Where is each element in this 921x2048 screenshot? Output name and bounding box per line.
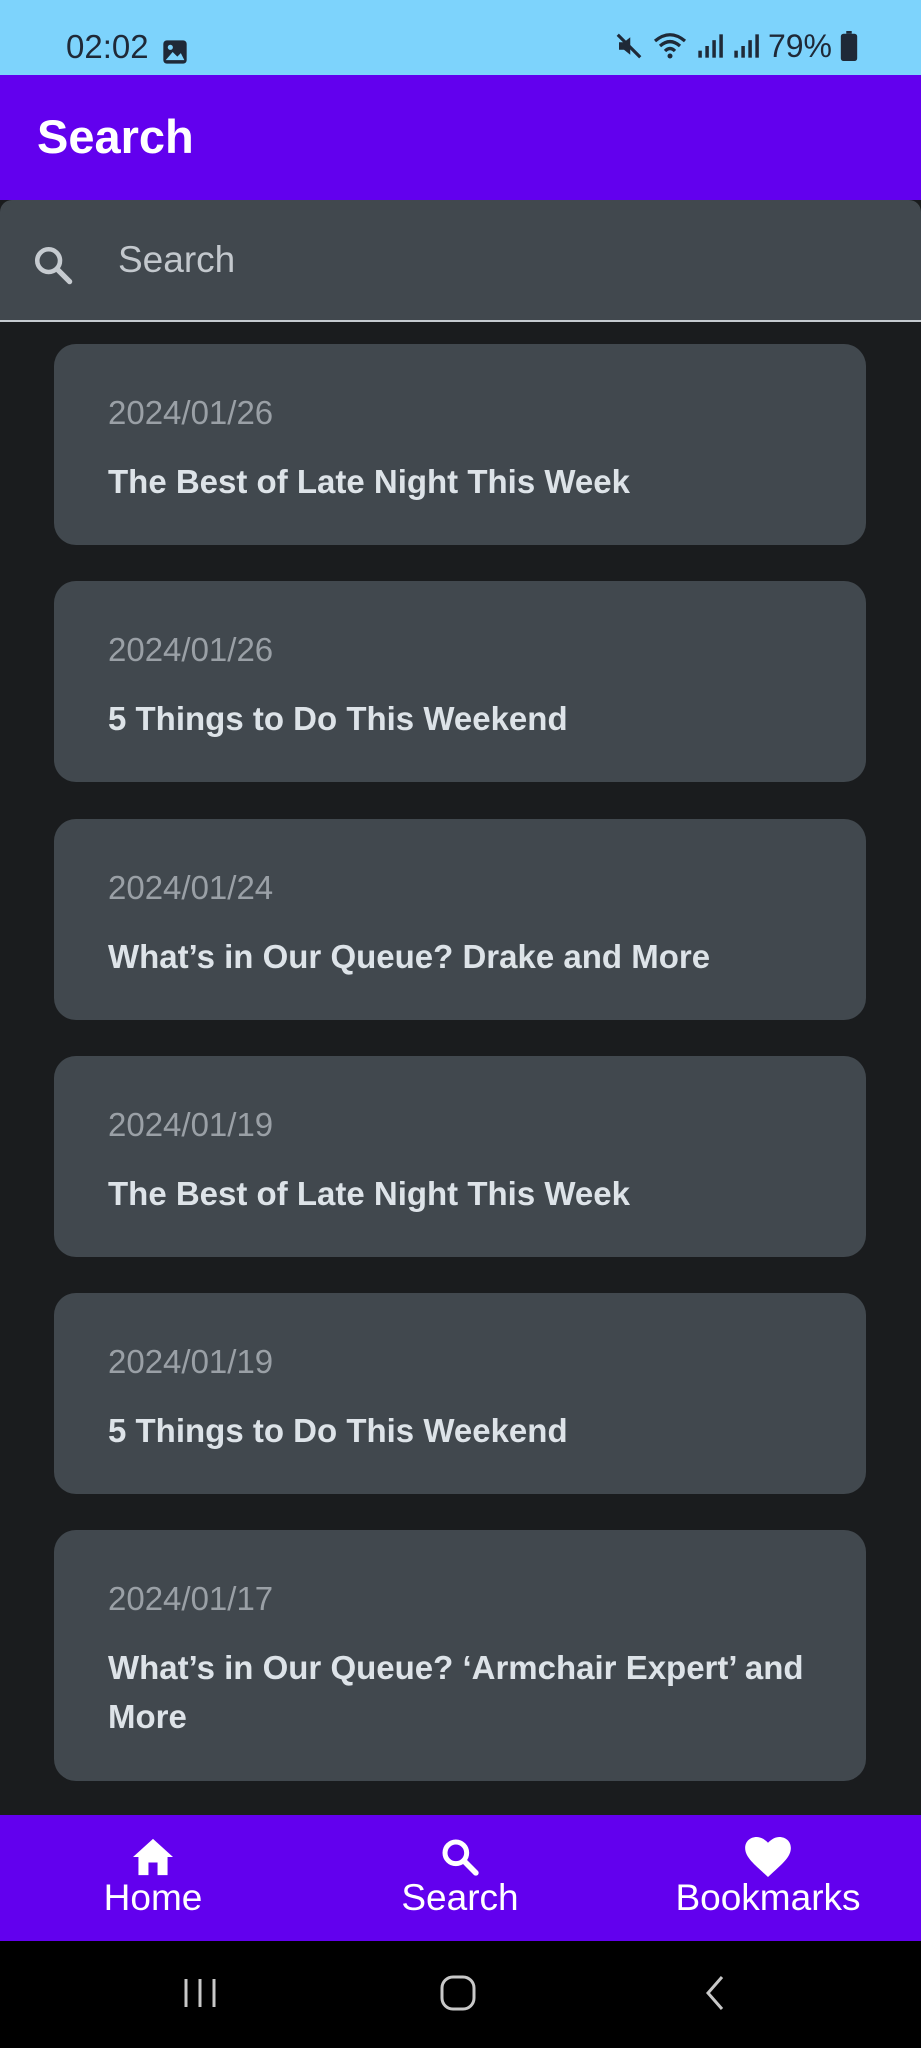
list-item[interactable]: 2024/01/24 What’s in Our Queue? Drake an…	[54, 819, 866, 1020]
app-bar: Search	[0, 75, 921, 200]
item-title: 5 Things to Do This Weekend	[108, 700, 568, 737]
item-date: 2024/01/19	[108, 1106, 274, 1143]
signal-icon	[698, 34, 723, 58]
item-title: The Best of Late Night This Week	[108, 463, 630, 500]
bottom-nav: Home Search Bookmarks	[0, 1815, 921, 1941]
item-date: 2024/01/26	[108, 631, 274, 668]
battery-percentage: 79%	[767, 28, 832, 64]
battery-icon	[840, 31, 858, 61]
nav-label: Home	[103, 1877, 203, 1918]
results-list[interactable]: 2024/01/26 The Best of Late Night This W…	[0, 322, 921, 1815]
search-input[interactable]	[118, 230, 878, 290]
list-item[interactable]: 2024/01/26 The Best of Late Night This W…	[54, 344, 866, 545]
status-time: 02:02	[66, 28, 149, 65]
item-date: 2024/01/17	[108, 1580, 274, 1617]
nav-bookmarks[interactable]: Bookmarks	[653, 1815, 883, 1941]
list-item[interactable]: 2024/01/17 What’s in Our Queue? ‘Armchai…	[54, 1530, 866, 1781]
list-item[interactable]: 2024/01/26 5 Things to Do This Weekend	[54, 581, 866, 782]
item-date: 2024/01/26	[108, 394, 274, 431]
back-icon[interactable]	[700, 1971, 732, 2015]
signal-icon	[734, 34, 759, 58]
list-item[interactable]: 2024/01/19 The Best of Late Night This W…	[54, 1056, 866, 1257]
list-item[interactable]: 2024/01/19 5 Things to Do This Weekend	[54, 1293, 866, 1494]
home-icon	[133, 1838, 173, 1876]
status-bar: 02:02 79%	[0, 0, 921, 75]
photo-icon	[163, 40, 187, 64]
item-title: The Best of Late Night This Week	[108, 1175, 630, 1212]
recent-apps-icon[interactable]	[180, 1971, 220, 2015]
search-icon	[34, 246, 73, 285]
mute-icon	[616, 33, 642, 59]
item-date: 2024/01/19	[108, 1343, 274, 1380]
item-title: What’s in Our Queue? Drake and More	[108, 938, 711, 975]
nav-search[interactable]: Search	[375, 1815, 545, 1941]
heart-icon	[745, 1837, 791, 1877]
wifi-icon	[653, 33, 686, 59]
nav-home[interactable]: Home	[68, 1815, 238, 1941]
page-title: Search	[37, 110, 194, 163]
system-nav-bar	[0, 1941, 921, 2048]
nav-label: Bookmarks	[675, 1877, 861, 1918]
item-date: 2024/01/24	[108, 869, 274, 906]
home-button-icon[interactable]	[436, 1971, 480, 2015]
nav-label: Search	[401, 1877, 519, 1918]
search-icon	[442, 1839, 479, 1876]
item-title: What’s in Our Queue? ‘Armchair Expert’ a…	[108, 1649, 804, 1735]
search-bar[interactable]	[0, 200, 921, 322]
item-title: 5 Things to Do This Weekend	[108, 1412, 568, 1449]
status-icons: 79%	[614, 30, 858, 62]
